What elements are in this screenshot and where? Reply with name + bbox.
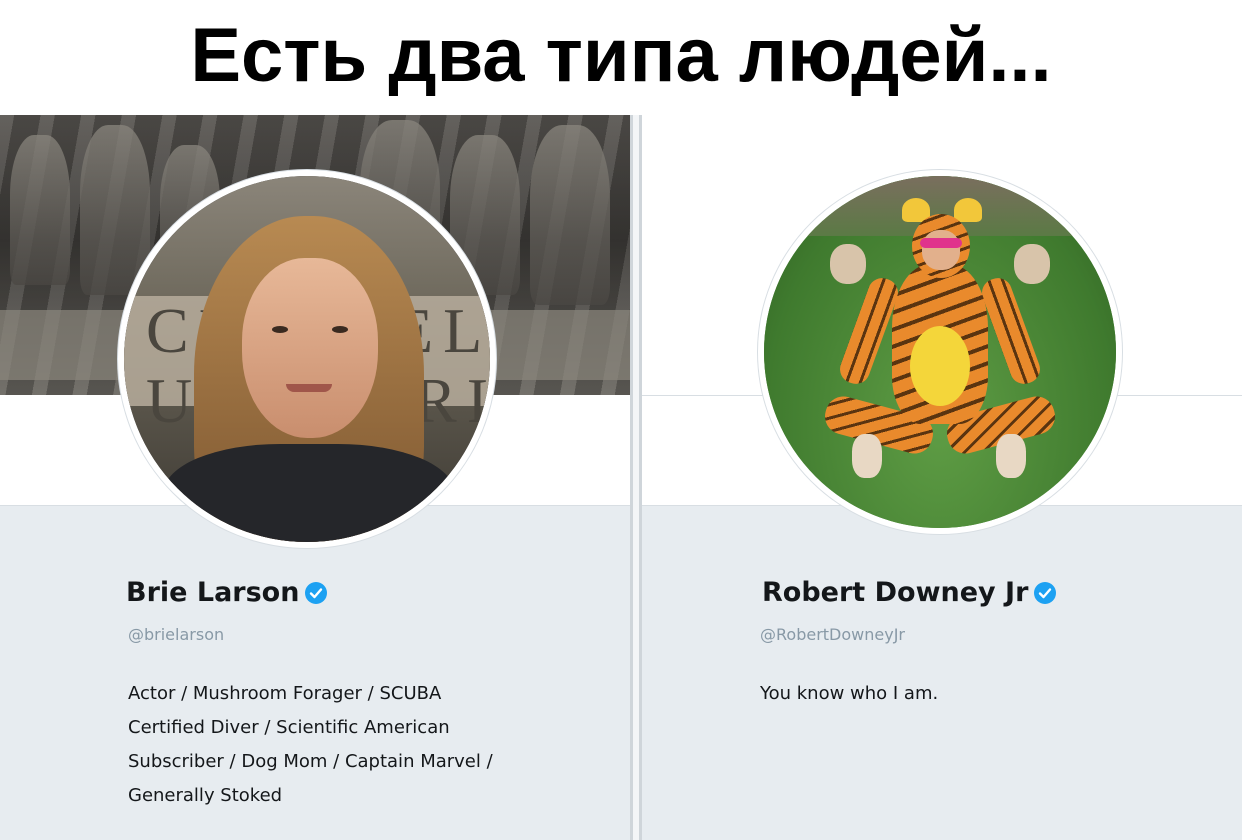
bio-line: You know who I am. — [760, 683, 939, 704]
profile-card-right: Robert Downey Jr @RobertDowneyJr You kno… — [642, 115, 1242, 840]
display-name-row: Robert Downey Jr — [762, 577, 1057, 608]
verified-badge-icon — [1034, 581, 1057, 604]
verified-badge-icon — [305, 581, 328, 604]
meme-image: Есть два типа людей... CM EL U RI — [0, 0, 1242, 840]
display-name[interactable]: Robert Downey Jr — [762, 577, 1028, 608]
handle[interactable]: @brielarson — [128, 625, 224, 644]
panel-divider — [630, 115, 642, 840]
bio-line: Generally Stoked — [128, 785, 283, 806]
handle[interactable]: @RobertDowneyJr — [760, 625, 905, 644]
bio-line: Certified Diver / Scientific American — [128, 717, 450, 738]
bio-line: Actor / Mushroom Forager / SCUBA — [128, 683, 442, 704]
profile-card-left: CM EL U RI Brie Larson @brielarson Actor… — [0, 115, 630, 840]
display-name[interactable]: Brie Larson — [126, 577, 299, 608]
meme-caption: Есть два типа людей... — [190, 13, 1052, 98]
avatar[interactable]: CM EL U RI — [118, 170, 496, 548]
bio-line: Subscriber / Dog Mom / Captain Marvel / — [128, 751, 493, 772]
display-name-row: Brie Larson — [126, 577, 328, 608]
avatar[interactable] — [758, 170, 1122, 534]
